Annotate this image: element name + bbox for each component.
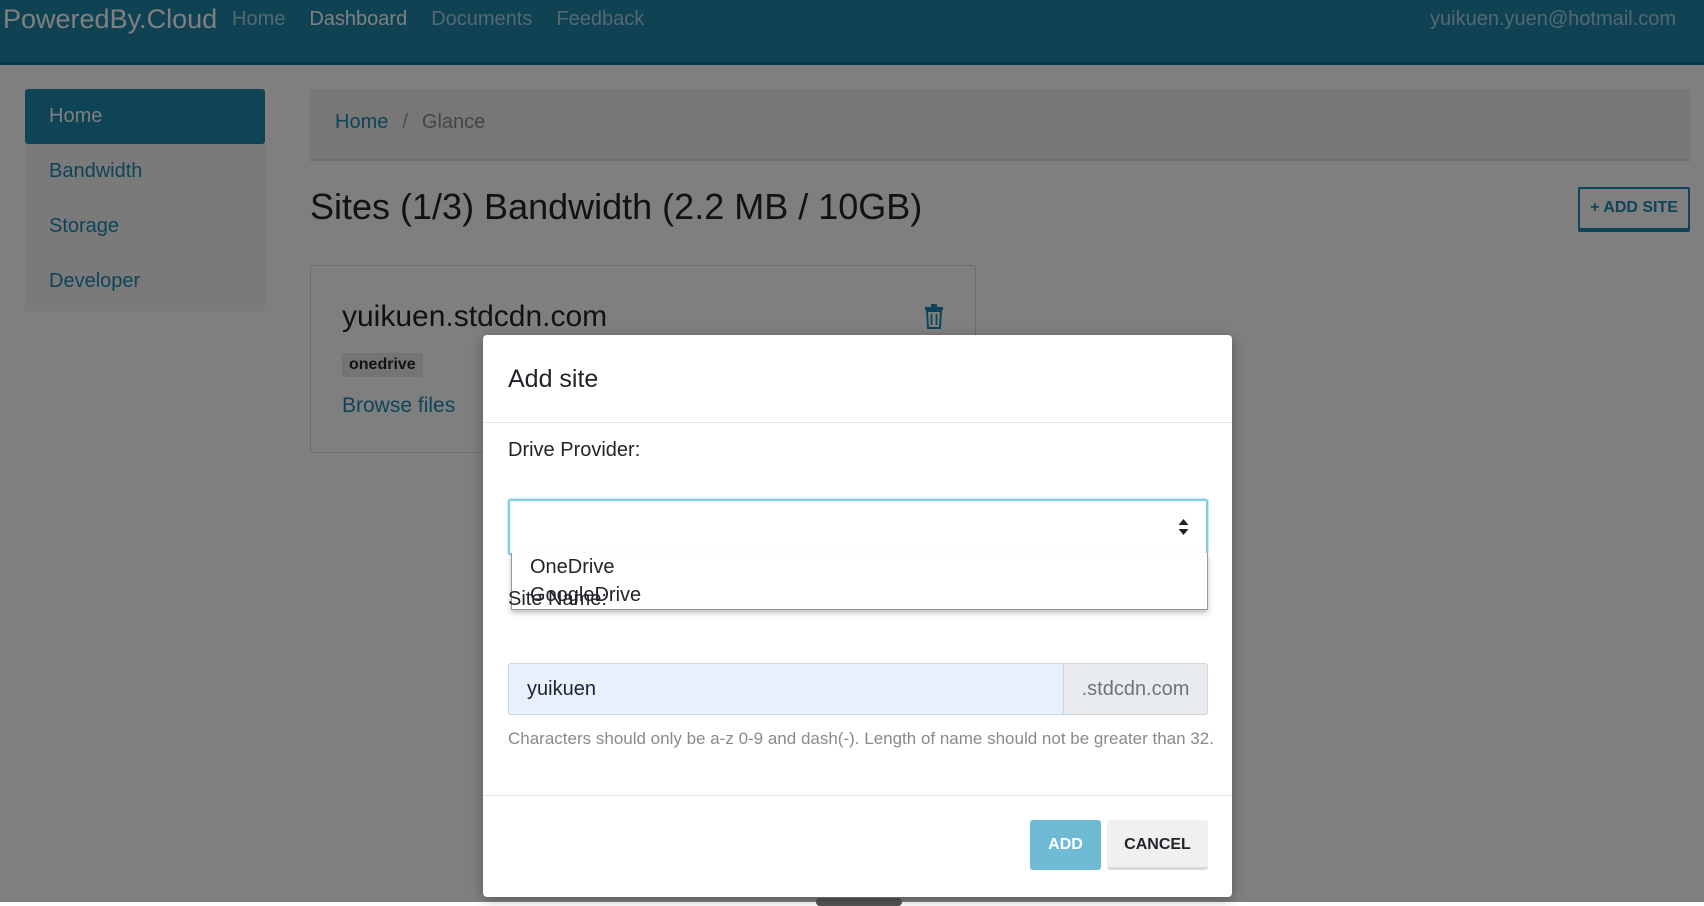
modal-footer: ADD CANCEL xyxy=(483,795,1232,898)
drive-provider-dropdown: OneDrive GoogleDrive xyxy=(511,553,1208,610)
site-name-input[interactable]: yuikuen xyxy=(508,663,1063,715)
select-arrows-icon xyxy=(1178,519,1189,535)
drive-provider-select[interactable] xyxy=(508,499,1208,555)
scroll-handle[interactable] xyxy=(816,898,902,906)
cancel-button[interactable]: CANCEL xyxy=(1107,820,1208,870)
drive-provider-label: Drive Provider: xyxy=(508,439,641,461)
dropdown-option-googledrive[interactable]: GoogleDrive xyxy=(512,581,1207,609)
add-site-modal: Add site Drive Provider: OneDrive Google… xyxy=(483,335,1232,897)
site-name-suffix: .stdcdn.com xyxy=(1063,663,1208,715)
add-button[interactable]: ADD xyxy=(1030,820,1101,870)
modal-header: Add site xyxy=(483,335,1232,423)
site-name-label: Site Name: xyxy=(508,588,607,610)
site-name-help-text: Characters should only be a-z 0-9 and da… xyxy=(508,729,1214,748)
dropdown-option-onedrive[interactable]: OneDrive xyxy=(512,553,1207,581)
modal-title: Add site xyxy=(508,365,599,393)
